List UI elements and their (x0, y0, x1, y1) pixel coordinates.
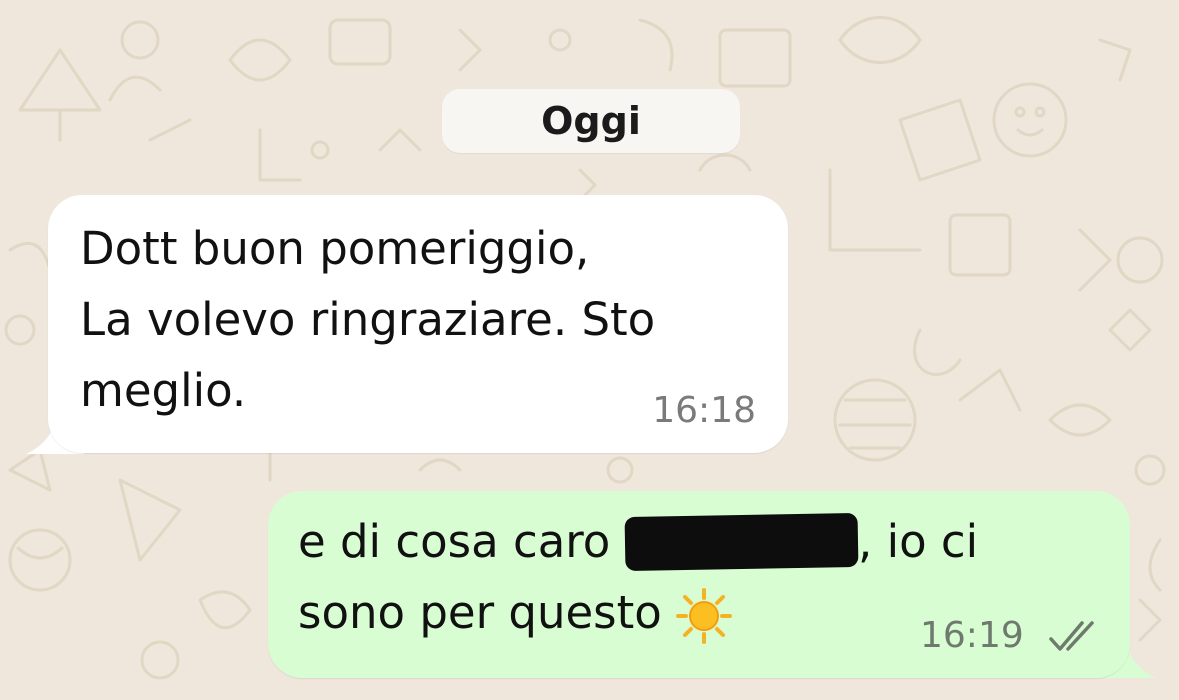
message-line: meglio. (80, 364, 247, 417)
message-line: e di cosa caro Francesco, io ci (298, 506, 978, 577)
message-timestamp: 16:19 (920, 615, 1024, 656)
sun-icon (675, 588, 732, 644)
message-line: sono per questo (298, 577, 978, 648)
message-text-fragment: sono per questo (298, 586, 662, 639)
message-line: La volevo ringraziare. Sto (80, 293, 656, 346)
message-line: Dott buon pomeriggio, (80, 222, 590, 275)
double-check-icon (1049, 621, 1094, 651)
message-text-fragment: e di cosa caro (298, 515, 625, 568)
incoming-message-text: Dott buon pomeriggio, La volevo ringrazi… (80, 213, 655, 426)
redacted-name: Francesco (624, 512, 859, 572)
message-timestamp: 16:18 (652, 390, 756, 431)
date-separator: Oggi (442, 89, 740, 153)
incoming-message-bubble[interactable]: Dott buon pomeriggio, La volevo ringrazi… (48, 195, 788, 453)
outgoing-message-text: e di cosa caro Francesco, io ci sono per… (298, 506, 978, 648)
outgoing-message-bubble[interactable]: e di cosa caro Francesco, io ci sono per… (268, 491, 1130, 678)
message-text-fragment: , io ci (857, 515, 979, 568)
